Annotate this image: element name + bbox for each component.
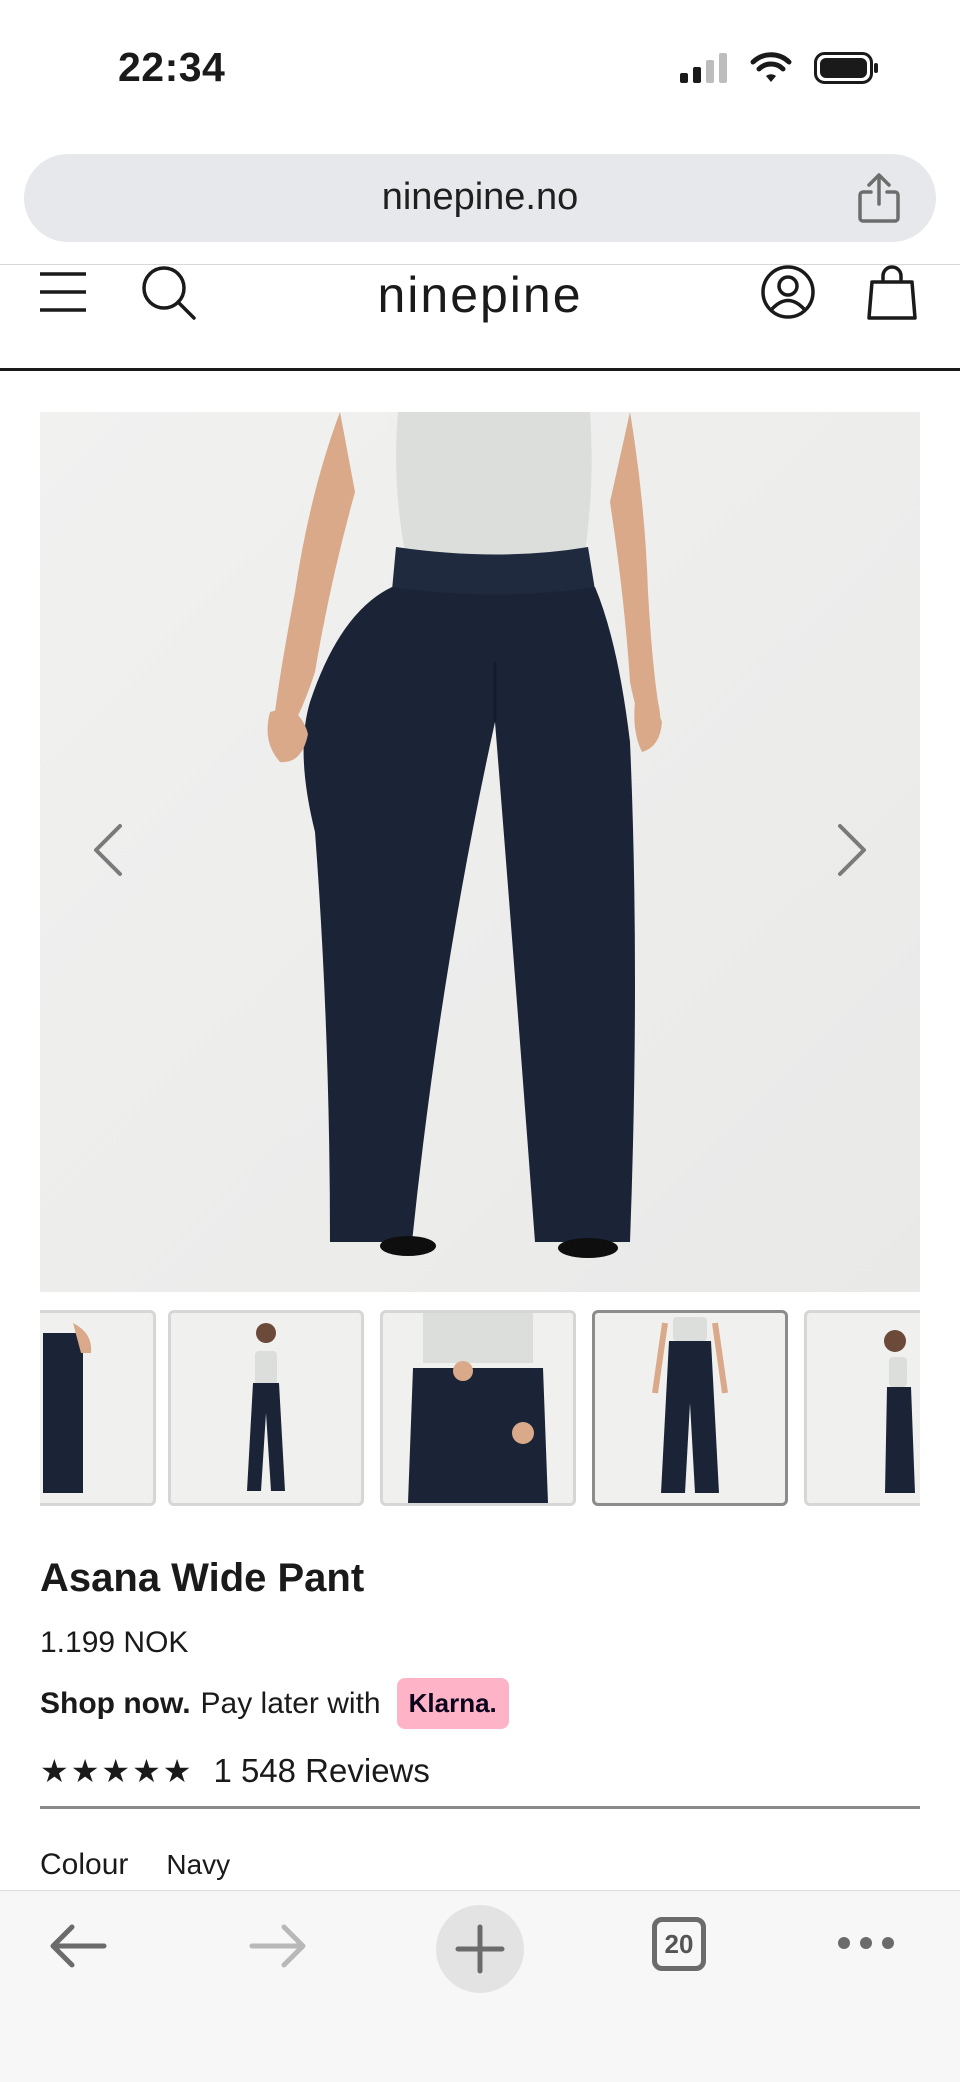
address-bar[interactable]: ninepine.no (24, 154, 936, 242)
share-icon[interactable] (856, 172, 902, 224)
browser-toolbar: 20 (0, 1890, 960, 2082)
colour-value: Navy (166, 1849, 231, 1880)
site-header: ninepine (0, 264, 960, 371)
rating-stars: ★★★★★ (40, 1753, 194, 1789)
colour-label: Colour (40, 1848, 129, 1881)
product-photo (267, 412, 662, 1258)
reviews-count[interactable]: 1 548 Reviews (213, 1752, 429, 1790)
status-time: 22:34 (118, 44, 226, 90)
thumbnail-1[interactable] (40, 1310, 156, 1506)
more-options-icon[interactable] (836, 1935, 896, 1951)
thumbnail-4[interactable] (592, 1310, 788, 1506)
status-bar: 22:34 (0, 0, 960, 140)
back-arrow-icon[interactable] (48, 1921, 108, 1971)
plus-icon (455, 1924, 505, 1974)
status-icons (680, 52, 880, 84)
klarna-logo[interactable]: Klarna. (396, 1678, 509, 1729)
klarna-pay-later-text: Pay later with (200, 1686, 381, 1720)
product-main-image[interactable] (40, 412, 920, 1292)
forward-arrow-icon[interactable] (248, 1921, 308, 1971)
wifi-icon (750, 52, 792, 82)
url-text: ninepine.no (381, 176, 579, 218)
battery-icon (814, 52, 878, 84)
signal-icon (680, 53, 727, 83)
account-icon[interactable] (760, 264, 816, 320)
site-logo[interactable]: ninepine (0, 266, 960, 324)
rating-row[interactable]: ★★★★★ 1 548 Reviews (40, 1752, 430, 1790)
next-image-arrow-icon[interactable] (834, 822, 870, 878)
colour-row: Colour Navy (40, 1848, 230, 1882)
new-tab-button[interactable] (436, 1905, 524, 1993)
product-title: Asana Wide Pant (40, 1556, 365, 1600)
product-price: 1.199 NOK (40, 1626, 189, 1659)
thumbnail-2[interactable] (168, 1310, 364, 1506)
klarna-shop-now: Shop now. (40, 1686, 191, 1720)
thumbnail-5[interactable] (804, 1310, 920, 1506)
thumbnail-strip[interactable] (40, 1310, 920, 1510)
section-divider (40, 1806, 920, 1809)
thumbnail-3[interactable] (380, 1310, 576, 1506)
previous-image-arrow-icon[interactable] (90, 822, 126, 878)
klarna-promo: Shop now. Pay later with Klarna. (40, 1678, 509, 1729)
bag-icon[interactable] (866, 264, 918, 322)
tabs-count-button[interactable]: 20 (652, 1917, 706, 1971)
